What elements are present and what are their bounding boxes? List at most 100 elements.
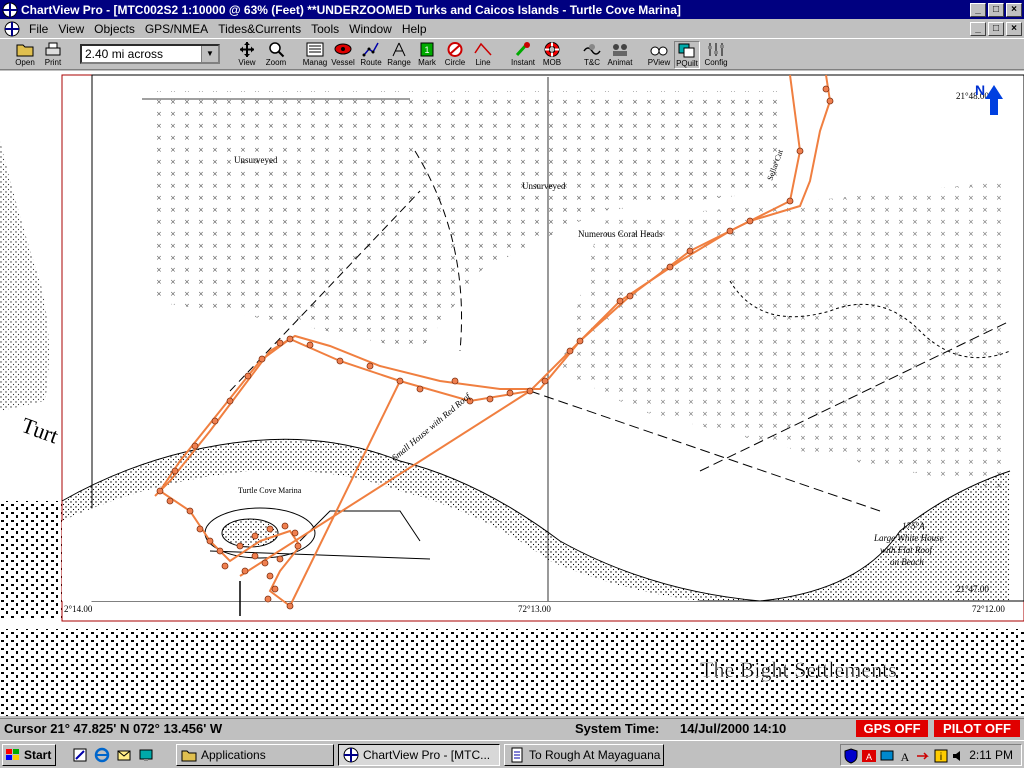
binoculars-icon <box>650 46 668 56</box>
font-icon[interactable]: A <box>897 748 913 764</box>
manage-button[interactable]: Manag <box>302 41 328 69</box>
system-time-value: 14/Jul/2000 14:10 <box>680 721 787 736</box>
label-large-house-3: with Flat Roof <box>880 545 934 555</box>
internet-explorer-icon[interactable] <box>94 747 110 763</box>
view-button[interactable]: View <box>234 41 260 69</box>
doc-restore-button[interactable]: □ <box>988 21 1004 36</box>
outlook-icon[interactable] <box>116 747 132 763</box>
menu-window[interactable]: Window <box>344 22 397 36</box>
folder-icon <box>16 44 34 57</box>
animate-button[interactable]: Animat <box>607 41 633 69</box>
sliders-icon <box>708 43 724 56</box>
label-coral-heads: Numerous Coral Heads <box>578 229 663 239</box>
task-to-rough[interactable]: To Rough At Mayaguana -... <box>504 744 664 766</box>
tides-currents-button[interactable]: T&C <box>579 41 605 69</box>
label-lat-bottom: 21°47.00 <box>956 584 989 594</box>
svg-text:i: i <box>940 752 942 763</box>
animate-icon <box>613 44 627 56</box>
route-button[interactable]: Route <box>358 41 384 69</box>
folder-icon <box>181 750 197 762</box>
pilot-status-button[interactable]: PILOT OFF <box>934 720 1020 737</box>
pquilt-button[interactable]: PQuilt <box>674 41 700 69</box>
label-large-house-2: Large White House <box>873 533 944 543</box>
marina-island <box>221 518 279 548</box>
range-icon <box>392 42 406 57</box>
windows-logo-icon <box>6 749 19 760</box>
maximize-button[interactable]: □ <box>988 2 1004 17</box>
title-bar: ChartView Pro - [MTC002S2 1:10000 @ 63% … <box>0 0 1024 19</box>
label-lon-right: 72°12.00 <box>972 604 1005 614</box>
volume-icon[interactable] <box>951 748 967 764</box>
menu-gps-nmea[interactable]: GPS/NMEA <box>140 22 213 36</box>
lifebuoy-icon <box>544 42 560 57</box>
antivirus-icon[interactable]: A <box>861 748 877 764</box>
taskbar: Start Applications ChartView Pro - [MTC.… <box>0 740 1024 768</box>
close-button[interactable]: × <box>1006 2 1022 17</box>
svg-text:A: A <box>866 752 872 762</box>
menu-view[interactable]: View <box>53 22 89 36</box>
app-icon[interactable] <box>2 2 18 18</box>
pview-button[interactable]: PView <box>646 41 672 69</box>
edit-pen-icon[interactable] <box>72 747 88 763</box>
clock: 2:11 PM <box>969 748 1013 762</box>
task-applications[interactable]: Applications <box>176 744 334 766</box>
menu-tools[interactable]: Tools <box>306 22 344 36</box>
instant-icon <box>515 42 530 57</box>
config-button[interactable]: Config <box>703 41 729 69</box>
svg-text:1: 1 <box>424 45 429 55</box>
doc-close-button[interactable]: × <box>1006 21 1022 36</box>
gps-status-button[interactable]: GPS OFF <box>856 720 928 737</box>
move-arrows-icon <box>240 42 254 57</box>
mark-icon: 1 <box>420 42 434 57</box>
svg-text:A: A <box>901 750 910 764</box>
tides-icon <box>583 44 601 55</box>
circle-button[interactable]: Circle <box>442 41 468 69</box>
menu-file[interactable]: File <box>24 22 53 36</box>
instant-button[interactable]: Instant <box>510 41 536 69</box>
desktop-icon[interactable] <box>138 747 154 763</box>
label-lon-left: 2°14.00 <box>64 604 93 614</box>
open-button[interactable]: Open <box>12 41 38 69</box>
zoom-button[interactable]: Zoom <box>263 41 289 69</box>
mob-button[interactable]: MOB <box>539 41 565 69</box>
cursor-position: Cursor 21° 47.825' N 072° 13.456' W <box>4 721 223 736</box>
mark-button[interactable]: 1 Mark <box>414 41 440 69</box>
task-chartview[interactable]: ChartView Pro - [MTC... <box>338 744 500 766</box>
chevron-down-icon[interactable]: ▼ <box>201 46 218 62</box>
label-unsurveyed-1: Unsurveyed <box>234 155 278 165</box>
document-icon <box>511 747 523 763</box>
chart-map[interactable]: × <box>0 71 1024 716</box>
menu-objects[interactable]: Objects <box>89 22 140 36</box>
chartview-icon <box>343 747 359 763</box>
circle-icon <box>447 42 463 57</box>
label-unsurveyed-2: Unsurveyed <box>522 181 566 191</box>
line-button[interactable]: Line <box>470 41 496 69</box>
document-icon[interactable] <box>4 21 20 37</box>
menu-tides-currents[interactable]: Tides&Currents <box>213 22 306 36</box>
doc-minimize-button[interactable]: _ <box>970 21 986 36</box>
info-icon[interactable]: i <box>933 748 949 764</box>
shield-icon[interactable] <box>843 748 859 764</box>
chart-canvas[interactable]: × <box>0 71 1024 716</box>
vessel-button[interactable]: Vessel <box>330 41 356 69</box>
print-button[interactable]: Print <box>40 41 66 69</box>
quilt-icon <box>678 43 695 58</box>
label-marina: Turtle Cove Marina <box>238 486 302 495</box>
window-title: ChartView Pro - [MTC002S2 1:10000 @ 63% … <box>21 2 681 17</box>
menu-help[interactable]: Help <box>397 22 432 36</box>
monitor-icon[interactable] <box>879 748 895 764</box>
route-icon <box>362 42 379 57</box>
scale-select[interactable]: 2.40 mi across ▼ <box>80 44 220 64</box>
magnifier-icon <box>269 42 285 58</box>
range-button[interactable]: Range <box>386 41 412 69</box>
start-button[interactable]: Start <box>2 744 56 766</box>
north-label: N <box>975 82 985 98</box>
scale-value: 2.40 mi across <box>85 47 164 61</box>
system-tray: A A i 2:11 PM <box>840 744 1022 766</box>
menu-bar: File View Objects GPS/NMEA Tides&Current… <box>0 19 1024 38</box>
arrow-icon[interactable] <box>915 748 931 764</box>
system-time-label: System Time: <box>575 721 660 736</box>
list-icon <box>306 42 324 57</box>
minimize-button[interactable]: _ <box>970 2 986 17</box>
printer-icon <box>45 42 61 56</box>
